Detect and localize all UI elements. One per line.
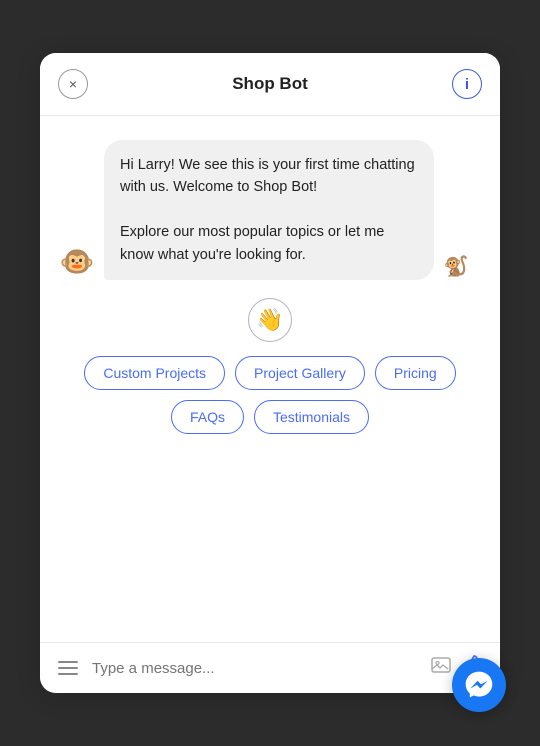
bot-message-bubble: Hi Larry! We see this is your first time…: [104, 140, 434, 280]
close-button[interactable]: ×: [58, 69, 88, 99]
chat-footer: [40, 642, 500, 693]
chat-window: × Shop Bot i 🐵 Hi Larry! We see this is …: [40, 53, 500, 693]
quick-reply-pricing[interactable]: Pricing: [375, 356, 456, 390]
quick-reply-faqs[interactable]: FAQs: [171, 400, 244, 434]
quick-reply-project-gallery[interactable]: Project Gallery: [235, 356, 365, 390]
prompt-text: Explore our most popular topics or let m…: [120, 224, 384, 262]
chat-title: Shop Bot: [232, 74, 308, 94]
bot-avatar-left: 🐵: [58, 242, 96, 280]
quick-reply-custom-projects[interactable]: Custom Projects: [84, 356, 225, 390]
messenger-fab[interactable]: [452, 658, 506, 712]
bot-message-row: 🐵 Hi Larry! We see this is your first ti…: [58, 140, 482, 280]
menu-icon[interactable]: [54, 657, 82, 679]
wave-container: 👋: [58, 298, 482, 342]
greeting-text: Hi Larry! We see this is your first time…: [120, 157, 415, 195]
quick-replies: Custom Projects Project Gallery Pricing …: [58, 356, 482, 442]
bot-avatar-right: 🐒: [442, 252, 470, 280]
chat-header: × Shop Bot i: [40, 53, 500, 116]
message-input[interactable]: [92, 660, 420, 677]
image-icon[interactable]: [430, 654, 452, 682]
chat-body: 🐵 Hi Larry! We see this is your first ti…: [40, 116, 500, 642]
quick-reply-testimonials[interactable]: Testimonials: [254, 400, 369, 434]
info-button[interactable]: i: [452, 69, 482, 99]
wave-icon: 👋: [248, 298, 292, 342]
